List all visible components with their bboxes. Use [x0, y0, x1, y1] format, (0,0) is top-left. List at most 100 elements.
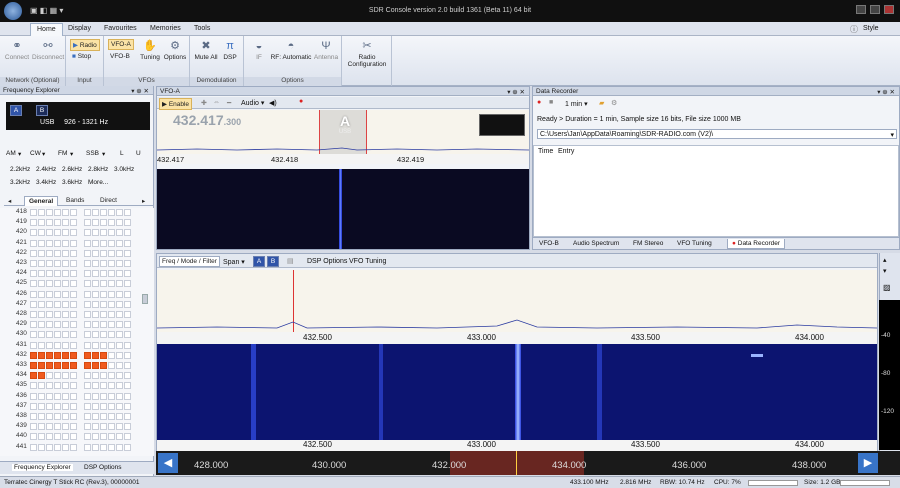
memory-cell[interactable] [70, 413, 77, 420]
dsp-button[interactable]: π DSP [220, 40, 240, 61]
rf-automatic-button[interactable]: ◓ RF: Automatic [270, 40, 312, 61]
memory-cell[interactable] [92, 362, 99, 369]
memory-cell[interactable] [84, 362, 91, 369]
memory-cell[interactable] [70, 239, 77, 247]
memory-cell[interactable] [116, 219, 123, 227]
memory-cell[interactable] [62, 290, 69, 298]
memory-cell[interactable] [108, 219, 115, 227]
memory-cell[interactable] [70, 433, 77, 441]
memory-cell[interactable] [38, 362, 45, 369]
help-icon[interactable]: ⓘ [850, 24, 858, 35]
style-menu[interactable]: Style [863, 25, 879, 32]
memory-cell[interactable] [38, 423, 45, 431]
memory-cell[interactable] [62, 413, 69, 420]
memory-cell[interactable] [46, 433, 53, 441]
memory-cell[interactable] [108, 341, 115, 349]
memory-cell[interactable] [38, 229, 45, 237]
memory-cell[interactable] [46, 362, 53, 369]
memory-cell[interactable] [54, 300, 61, 308]
memory-cell[interactable] [70, 280, 77, 288]
stop-button[interactable]: ■ Stop [70, 52, 93, 61]
memory-cell[interactable] [100, 402, 107, 410]
memory-cell[interactable] [124, 219, 131, 227]
memory-cell[interactable] [46, 219, 53, 227]
memory-cell[interactable] [116, 372, 123, 380]
main-spectrum[interactable] [157, 270, 877, 332]
memory-cell[interactable] [70, 229, 77, 237]
memory-cell[interactable] [84, 413, 91, 420]
tab-general[interactable]: General [24, 196, 59, 206]
memory-cell[interactable] [124, 351, 131, 359]
memory-cell[interactable] [84, 280, 91, 288]
memory-cell[interactable] [70, 270, 77, 278]
memory-cell[interactable] [62, 300, 69, 308]
bw-3-6-button[interactable]: 3.6kHz [62, 179, 82, 186]
column-time[interactable]: Time [538, 148, 553, 155]
memory-cell[interactable] [62, 280, 69, 288]
memory-cell[interactable] [30, 433, 37, 441]
memory-cell[interactable] [116, 433, 123, 441]
memory-cell[interactable] [100, 300, 107, 308]
memory-cell[interactable] [116, 290, 123, 298]
antenna-button[interactable]: Ψ Antenna [312, 40, 340, 61]
memory-cell[interactable] [92, 249, 99, 257]
memory-cell[interactable] [70, 382, 77, 390]
memory-cell[interactable] [38, 300, 45, 308]
memory-cell[interactable] [70, 260, 77, 267]
memory-cell[interactable] [62, 270, 69, 278]
memory-cell[interactable] [38, 270, 45, 278]
memory-cell[interactable] [92, 433, 99, 441]
memory-cell[interactable] [108, 362, 115, 369]
memory-cell[interactable] [108, 372, 115, 380]
memory-cell[interactable] [92, 413, 99, 420]
memory-cell[interactable] [100, 260, 107, 267]
memory-cell[interactable] [70, 362, 77, 369]
chart-icon[interactable]: ▨ [883, 283, 891, 292]
memory-cell[interactable] [124, 229, 131, 237]
memory-cell[interactable] [124, 321, 131, 329]
mode-am-button[interactable]: AM [6, 150, 16, 157]
memory-cell[interactable] [84, 433, 91, 441]
memory-cell[interactable] [92, 311, 99, 318]
tab-memories[interactable]: Memories [144, 23, 187, 36]
memory-cell[interactable] [116, 443, 123, 451]
memory-cell[interactable] [46, 402, 53, 410]
memory-cell[interactable] [92, 209, 99, 216]
memory-cell[interactable] [70, 290, 77, 298]
memory-cell[interactable] [38, 402, 45, 410]
folder-icon[interactable]: ▰ [599, 99, 604, 107]
memory-cell[interactable] [108, 290, 115, 298]
enable-button[interactable]: ▶ Enable [159, 98, 193, 110]
tab-frequency-explorer[interactable]: Frequency Explorer [12, 464, 73, 471]
memory-cell[interactable] [116, 413, 123, 420]
memory-cell[interactable] [30, 402, 37, 410]
mode-ssb-button[interactable]: SSB [86, 150, 99, 157]
bw-3-0-button[interactable]: 3.0kHz [114, 166, 134, 173]
memory-cell[interactable] [54, 260, 61, 267]
radio-button[interactable]: ▶ Radio [70, 39, 100, 51]
memory-cell[interactable] [62, 372, 69, 380]
tab-direct[interactable]: Direct [96, 196, 121, 206]
nav-right-icon[interactable]: ▶ [858, 453, 878, 473]
memory-cell[interactable] [116, 423, 123, 431]
tab-home[interactable]: Home [30, 23, 63, 36]
memory-cell[interactable] [54, 209, 61, 216]
memory-cell[interactable] [38, 260, 45, 267]
scroll-down-icon[interactable]: ▾ [883, 267, 887, 275]
tab-display[interactable]: Display [62, 23, 97, 36]
memory-cell[interactable] [30, 280, 37, 288]
memory-cell[interactable] [38, 433, 45, 441]
bw-3-2-button[interactable]: 3.2kHz [10, 179, 30, 186]
memory-cell[interactable] [92, 270, 99, 278]
memory-cell[interactable] [46, 260, 53, 267]
memory-cell[interactable] [54, 229, 61, 237]
memory-cell[interactable] [30, 260, 37, 267]
memory-cell[interactable] [100, 331, 107, 339]
memory-cell[interactable] [108, 321, 115, 329]
memory-cell[interactable] [46, 280, 53, 288]
tab-dsp-options[interactable]: DSP Options [84, 464, 121, 471]
memory-cell[interactable] [116, 229, 123, 237]
memory-cell[interactable] [108, 280, 115, 288]
dsp-options-button[interactable]: DSP Options [307, 258, 347, 265]
memory-cell[interactable] [100, 433, 107, 441]
